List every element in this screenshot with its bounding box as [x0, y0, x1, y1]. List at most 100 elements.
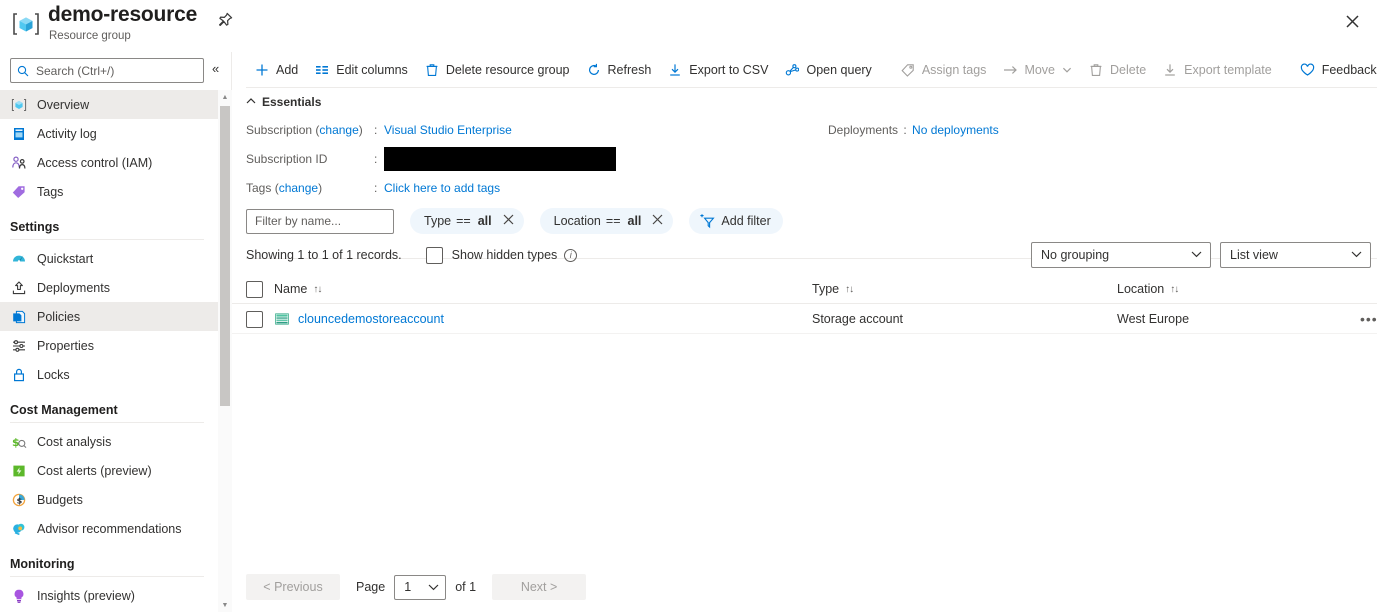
column-label: Location: [1117, 282, 1165, 296]
info-icon[interactable]: i: [564, 248, 578, 262]
sidebar-item-label: Properties: [37, 338, 94, 353]
sidebar-scroll-region: Overview Activity log Access control (IA…: [0, 90, 232, 612]
essentials-key-text: Subscription: [246, 122, 313, 137]
sidebar-item-label: Insights (preview): [37, 588, 135, 603]
essentials-key: Subscription ID: [246, 151, 328, 166]
essentials-row-deployments: Deployments : No deployments: [828, 117, 999, 142]
sidebar-item-activity-log[interactable]: Activity log: [0, 119, 218, 148]
command-label: Export to CSV: [689, 63, 769, 77]
advisor-icon: [10, 520, 28, 538]
sidebar-item-deployments[interactable]: Deployments: [0, 273, 218, 302]
filter-pill-type[interactable]: Type == all: [410, 208, 524, 234]
select-all-checkbox[interactable]: [246, 280, 263, 298]
tags-icon: [10, 183, 28, 201]
sidebar-item-policies[interactable]: Policies: [0, 302, 218, 331]
add-tags-link[interactable]: Click here to add tags: [384, 181, 500, 195]
delete-resource-group-button[interactable]: Delete resource group: [416, 56, 578, 84]
sidebar-item-access-control[interactable]: Access control (IAM): [0, 148, 218, 177]
page-title: demo-resource: [48, 3, 198, 26]
scrollbar-thumb[interactable]: [220, 106, 230, 406]
close-icon[interactable]: [652, 214, 663, 228]
ellipsis-icon[interactable]: •••: [1360, 304, 1377, 334]
open-query-button[interactable]: Open query: [776, 56, 879, 84]
column-header-name[interactable]: Name ↑↓: [274, 274, 322, 304]
chevron-down-icon: [1062, 65, 1072, 75]
close-icon[interactable]: [1338, 7, 1366, 35]
export-template-button[interactable]: Export template: [1154, 56, 1280, 84]
pin-icon[interactable]: [214, 9, 236, 31]
trash-icon: [1088, 62, 1104, 78]
cell-name: clouncedemostoreaccount: [274, 304, 444, 334]
refresh-button[interactable]: Refresh: [578, 56, 660, 84]
sidebar-item-tags[interactable]: Tags: [0, 177, 218, 206]
filter-value: all: [477, 214, 492, 228]
tags-change-link[interactable]: change: [279, 181, 318, 195]
search-box[interactable]: [10, 58, 204, 83]
sidebar-scrollbar[interactable]: ▲ ▼: [218, 90, 232, 612]
export-to-csv-button[interactable]: Export to CSV: [659, 56, 776, 84]
assign-tags-button[interactable]: Assign tags: [892, 56, 995, 84]
policies-icon: [10, 308, 28, 326]
essentials-key-text: Tags: [246, 180, 272, 195]
deployments-value-link[interactable]: No deployments: [912, 123, 999, 137]
column-header-location[interactable]: Location ↑↓: [1117, 274, 1179, 304]
scroll-up-icon[interactable]: ▲: [218, 90, 232, 104]
add-filter-icon: [699, 213, 716, 229]
page-number-dropdown[interactable]: 1: [394, 574, 447, 600]
resource-name-link[interactable]: clouncedemostoreaccount: [298, 312, 444, 326]
view-dropdown[interactable]: List view: [1220, 242, 1371, 268]
filter-by-name-input[interactable]: [246, 208, 394, 234]
sidebar-item-cost-alerts[interactable]: Cost alerts (preview): [0, 456, 218, 485]
delete-button[interactable]: Delete: [1080, 56, 1154, 84]
collapse-sidebar-button[interactable]: «: [212, 61, 219, 76]
essentials-colon: :: [903, 122, 907, 137]
trash-icon: [424, 62, 440, 78]
table-row[interactable]: clouncedemostoreaccount Storage account …: [232, 304, 1377, 334]
chevron-down-icon: [1351, 250, 1362, 261]
show-hidden-types-toggle[interactable]: Show hidden types i: [425, 246, 578, 264]
sidebar-item-overview[interactable]: Overview: [0, 90, 218, 119]
sidebar-item-insights[interactable]: Insights (preview): [0, 581, 218, 610]
essentials-colon: :: [374, 122, 378, 137]
page-number-value: 1: [404, 580, 412, 594]
activity-log-icon: [10, 125, 28, 143]
sidebar-item-advisor-recommendations[interactable]: Advisor recommendations: [0, 514, 218, 543]
sidebar-item-budgets[interactable]: $ Budgets: [0, 485, 218, 514]
essentials-row-subscription-id: Subscription ID :: [246, 146, 616, 171]
paren-close: ): [318, 180, 323, 195]
edit-columns-button[interactable]: Edit columns: [306, 56, 416, 84]
sidebar-item-label: Policies: [37, 309, 81, 324]
subscription-change-link[interactable]: change: [319, 123, 358, 137]
move-button[interactable]: Move: [994, 56, 1080, 84]
deployments-icon: [10, 279, 28, 297]
column-header-type[interactable]: Type ↑↓: [812, 274, 854, 304]
heart-icon: [1300, 62, 1316, 78]
sort-icon: ↑↓: [1170, 283, 1179, 295]
sidebar-item-quickstart[interactable]: Quickstart: [0, 244, 218, 273]
sidebar-item-cost-analysis[interactable]: $ Cost analysis: [0, 427, 218, 456]
previous-page-button[interactable]: < Previous: [246, 574, 340, 600]
essentials-header[interactable]: Essentials: [232, 91, 342, 113]
sidebar-item-locks[interactable]: Locks: [0, 360, 218, 389]
show-hidden-types-checkbox[interactable]: [425, 246, 443, 264]
row-checkbox[interactable]: [246, 310, 263, 328]
next-page-button[interactable]: Next >: [492, 574, 587, 600]
sort-icon: ↑↓: [845, 283, 854, 295]
sidebar-item-properties[interactable]: Properties: [0, 331, 218, 360]
sidebar-divider: [10, 422, 204, 423]
feedback-button[interactable]: Feedback: [1292, 56, 1377, 84]
subscription-value-link[interactable]: Visual Studio Enterprise: [384, 123, 512, 137]
filter-pill-location[interactable]: Location == all: [539, 208, 674, 234]
essentials-colon: :: [374, 180, 378, 195]
table-header-row: Name ↑↓ Type ↑↓ Location ↑↓: [232, 274, 1377, 304]
close-icon[interactable]: [503, 214, 514, 228]
page-total-label: of 1: [455, 580, 477, 594]
add-button[interactable]: Add: [246, 56, 306, 84]
grouping-dropdown[interactable]: No grouping: [1031, 242, 1211, 268]
search-input[interactable]: [34, 62, 194, 79]
add-filter-button[interactable]: Add filter: [689, 208, 783, 234]
scroll-down-icon[interactable]: ▼: [218, 598, 232, 612]
search-icon: [17, 65, 29, 77]
command-label: Assign tags: [921, 63, 987, 77]
filter-operator: ==: [456, 214, 471, 228]
